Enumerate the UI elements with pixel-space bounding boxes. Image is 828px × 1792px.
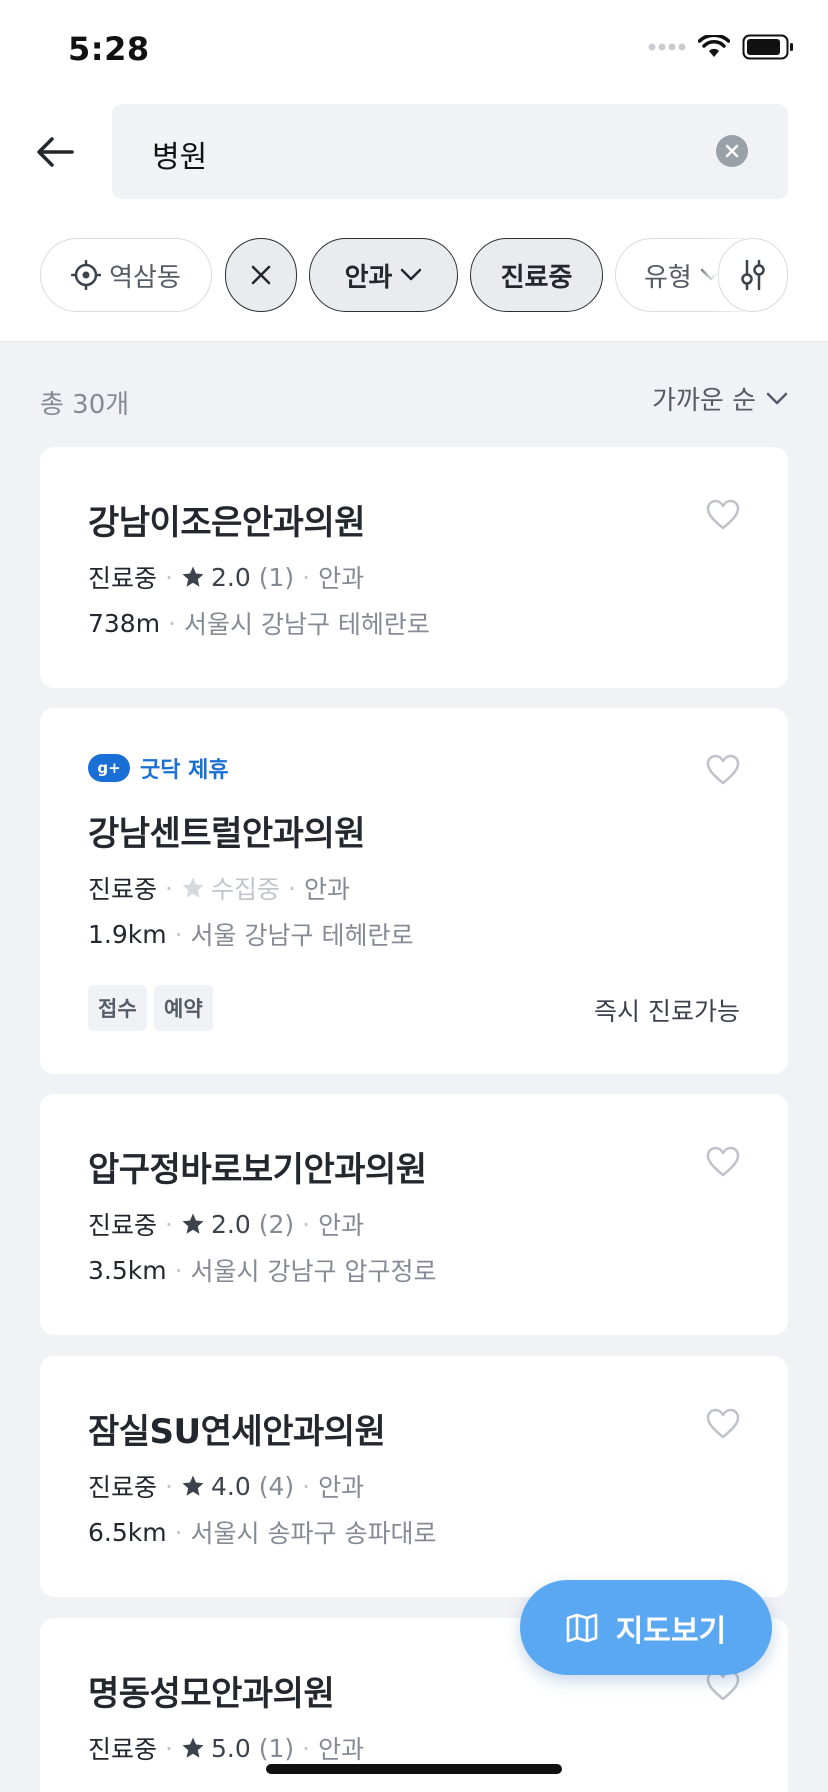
open-status: 진료중 — [88, 1211, 158, 1240]
department: 안과 — [318, 1735, 365, 1764]
open-now-filter-label: 진료중 — [500, 262, 573, 293]
rating-status: 수집중 — [210, 875, 280, 904]
heart-icon[interactable] — [706, 754, 740, 786]
chevron-down-icon — [766, 392, 788, 404]
battery-icon — [742, 34, 793, 60]
location-target-icon — [71, 260, 102, 290]
hospital-name: 강남이조은안과의원 — [88, 503, 366, 543]
close-icon — [251, 265, 271, 285]
hospital-name: 압구정바로보기안과의원 — [88, 1150, 427, 1190]
map-icon — [566, 1613, 598, 1642]
hospital-card[interactable]: g+ 굿닥 제휴 강남센트럴안과의원 진료중 · 수집중 · 안과 1.9km … — [40, 708, 788, 1074]
distance: 6.5km — [88, 1517, 167, 1547]
type-filter-label: 유형 — [644, 262, 692, 293]
map-view-label: 지도보기 — [615, 1613, 727, 1649]
hospital-card[interactable]: 압구정바로보기안과의원 진료중 · 2.0 (2) · 안과 3.5km · 서… — [40, 1094, 788, 1335]
search-header: 병원 — [0, 100, 828, 200]
star-icon — [182, 1213, 204, 1234]
department: 안과 — [303, 875, 350, 904]
hospital-card[interactable]: 잠실SU연세안과의원 진료중 · 4.0 (4) · 안과 6.5km · 서울… — [40, 1356, 788, 1597]
hospital-card[interactable]: 강남이조은안과의원 진료중 · 2.0 (1) · 안과 738m · 서울시 … — [40, 447, 788, 688]
hospital-name: 잠실SU연세안과의원 — [88, 1412, 386, 1452]
filter-bar: 역삼동 안과 진료중 유형 — [0, 200, 828, 342]
map-view-button[interactable]: 지도보기 — [520, 1580, 772, 1675]
home-indicator — [266, 1764, 562, 1774]
sort-dropdown[interactable]: 가까운 순 — [652, 380, 788, 417]
hospital-location: 1.9km · 서울 강남구 테헤란로 — [88, 916, 413, 952]
review-count: (1) — [258, 562, 295, 592]
star-icon — [182, 566, 204, 587]
department: 안과 — [318, 564, 365, 593]
open-status: 진료중 — [88, 875, 158, 904]
instant-availability: 즉시 진료가능 — [594, 997, 740, 1026]
clear-filters-button[interactable] — [225, 238, 297, 312]
service-tag: 접수 — [88, 985, 147, 1031]
hospital-location: 738m · 서울시 강남구 테헤란로 — [88, 605, 430, 641]
close-icon — [725, 144, 739, 158]
location-filter-chip[interactable]: 역삼동 — [40, 238, 212, 312]
service-tag: 예약 — [154, 985, 213, 1031]
rating-value: 2.0 — [210, 1209, 251, 1239]
filter-settings-button[interactable] — [718, 238, 788, 312]
result-count: 총 30개 — [40, 390, 130, 420]
rating-value: 5.0 — [210, 1733, 251, 1763]
open-status: 진료중 — [88, 1473, 158, 1502]
address: 서울시 강남구 압구정로 — [190, 1257, 437, 1286]
sort-label: 가까운 순 — [652, 386, 756, 416]
review-count: (2) — [258, 1209, 295, 1239]
review-count: (4) — [258, 1471, 295, 1501]
hospital-info: 진료중 · 2.0 (2) · 안과 — [88, 1206, 364, 1242]
rating-value: 2.0 — [210, 562, 251, 592]
hospital-info: 진료중 · 수집중 · 안과 — [88, 870, 350, 906]
star-icon — [182, 1737, 204, 1758]
back-button[interactable] — [34, 130, 78, 174]
clear-search-button[interactable] — [716, 135, 748, 167]
hospital-info: 진료중 · 4.0 (4) · 안과 — [88, 1468, 364, 1504]
star-icon — [182, 877, 204, 898]
arrow-left-icon — [37, 137, 74, 167]
hospital-name: 강남센트럴안과의원 — [88, 814, 366, 854]
distance: 738m — [88, 608, 161, 638]
chevron-down-icon — [401, 268, 422, 281]
sliders-icon — [741, 259, 765, 291]
distance: 3.5km — [88, 1255, 167, 1285]
department: 안과 — [318, 1211, 365, 1240]
wifi-icon — [698, 35, 730, 57]
department-filter-label: 안과 — [344, 262, 393, 293]
status-icons — [648, 34, 794, 60]
open-status: 진료중 — [88, 1735, 158, 1764]
department-filter-chip[interactable]: 안과 — [309, 238, 458, 312]
heart-icon[interactable] — [706, 1408, 740, 1440]
hospital-info: 진료중 · 2.0 (1) · 안과 — [88, 559, 364, 595]
open-status: 진료중 — [88, 564, 158, 593]
rating-value: 4.0 — [210, 1471, 251, 1501]
heart-icon[interactable] — [706, 499, 740, 531]
department: 안과 — [318, 1473, 365, 1502]
distance: 1.9km — [88, 919, 167, 949]
open-now-filter-chip[interactable]: 진료중 — [470, 238, 603, 312]
address: 서울시 송파구 송파대로 — [190, 1519, 437, 1548]
partner-text: 굿닥 제휴 — [140, 758, 229, 783]
search-query: 병원 — [152, 140, 208, 175]
address: 서울시 강남구 테헤란로 — [184, 610, 430, 639]
hospital-info: 진료중 · 5.0 (1) · 안과 — [88, 1730, 364, 1766]
search-input[interactable]: 병원 — [112, 104, 788, 199]
star-icon — [182, 1475, 204, 1496]
address: 서울 강남구 테헤란로 — [190, 921, 414, 950]
cellular-signal-icon — [648, 43, 686, 51]
partner-badge-icon: g+ — [88, 754, 130, 782]
hospital-location: 6.5km · 서울시 송파구 송파대로 — [88, 1514, 436, 1550]
status-time: 5:28 — [68, 30, 150, 68]
location-filter-label: 역삼동 — [109, 262, 181, 293]
status-bar: 5:28 — [0, 0, 828, 100]
heart-icon[interactable] — [706, 1146, 740, 1178]
hospital-location: 3.5km · 서울시 강남구 압구정로 — [88, 1252, 436, 1288]
hospital-name: 명동성모안과의원 — [88, 1674, 335, 1714]
review-count: (1) — [258, 1733, 295, 1763]
partner-label: g+ 굿닥 제휴 — [88, 752, 229, 784]
